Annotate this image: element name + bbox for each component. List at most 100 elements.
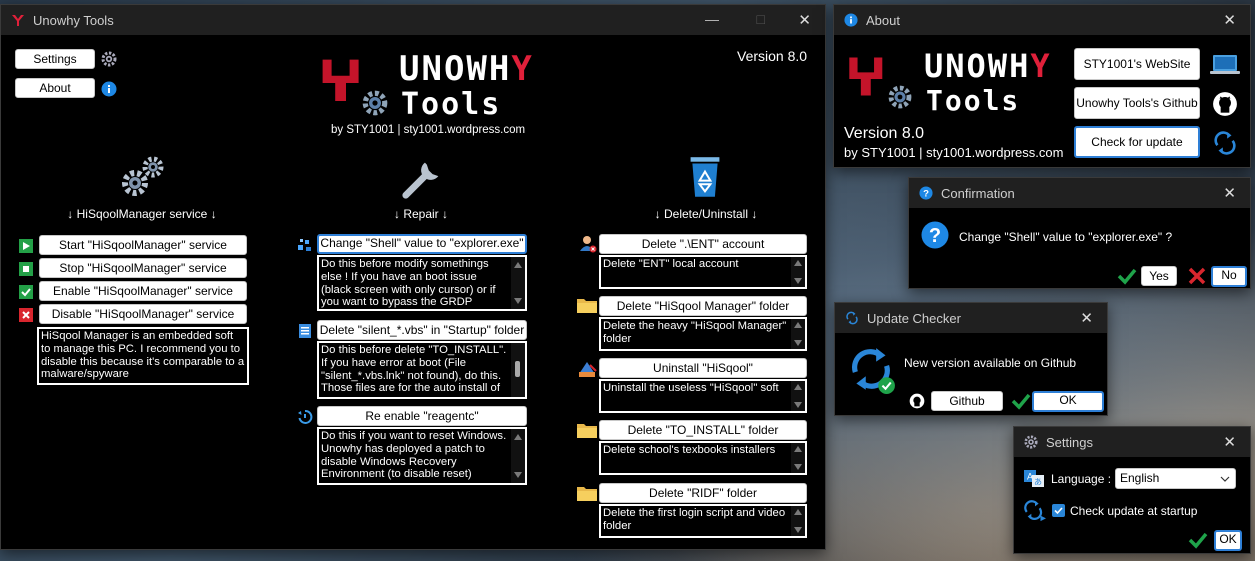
change-shell-button[interactable]: Change "Shell" value to "explorer.exe" bbox=[317, 234, 527, 254]
check-icon bbox=[1011, 393, 1031, 410]
hisqoolmanager-description: HiSqool Manager is an embedded soft to m… bbox=[37, 327, 249, 385]
silent-vbs-description-scrollbar[interactable] bbox=[511, 343, 525, 397]
ridf-description[interactable]: Delete the first login script and video … bbox=[599, 504, 807, 538]
app-logo-icon bbox=[12, 15, 24, 26]
maximize-icon[interactable]: □ bbox=[757, 11, 765, 27]
scroll-down-icon[interactable] bbox=[794, 527, 802, 533]
scroll-up-icon[interactable] bbox=[794, 322, 802, 328]
check-update-checkbox[interactable] bbox=[1052, 504, 1065, 517]
settings-button[interactable]: Settings bbox=[15, 49, 95, 69]
folder-icon bbox=[577, 424, 597, 438]
cross-icon bbox=[19, 308, 33, 322]
scroll-thumb[interactable] bbox=[515, 361, 520, 377]
scroll-down-icon[interactable] bbox=[794, 402, 802, 408]
main-window: Unowhy Tools — □ ✕ Settings About Versio… bbox=[0, 4, 826, 550]
ent-description-scrollbar[interactable] bbox=[791, 257, 805, 287]
update-ok-button[interactable]: OK bbox=[1032, 391, 1104, 412]
minimize-icon[interactable]: — bbox=[705, 11, 719, 27]
scroll-up-icon[interactable] bbox=[794, 509, 802, 515]
hisqool-description[interactable]: Uninstall the useless "HiSqool" soft bbox=[599, 379, 807, 413]
hisqool-description-scrollbar[interactable] bbox=[791, 381, 805, 411]
logo-text-unowhy: UNOWHY bbox=[924, 47, 1052, 85]
scroll-up-icon[interactable] bbox=[794, 384, 802, 390]
gear-icon bbox=[1024, 435, 1038, 449]
ridf-description-scrollbar[interactable] bbox=[791, 506, 805, 536]
about-window: About ✕ UNOWHY Tools Version 8.0 by STY1… bbox=[833, 4, 1251, 168]
hisqool-manager-folder-description[interactable]: Delete the heavy "HiSqool Manager" folde… bbox=[599, 317, 807, 351]
check-update-button[interactable]: Check for update bbox=[1074, 126, 1200, 158]
byline: by STY1001 | sty1001.wordpress.com bbox=[331, 124, 526, 136]
scroll-down-icon[interactable] bbox=[794, 340, 802, 346]
logo-text-unowhy: UNOWHY bbox=[399, 49, 534, 89]
delete-to-install-folder-button[interactable]: Delete "TO_INSTALL" folder bbox=[599, 420, 807, 440]
settings-dialog: Settings ✕ A あ Language : English Check … bbox=[1013, 426, 1251, 554]
settings-ok-button[interactable]: OK bbox=[1214, 530, 1242, 551]
ent-account-description-text: Delete "ENT" local account bbox=[603, 258, 739, 270]
scroll-up-icon[interactable] bbox=[514, 262, 522, 268]
delete-silent-vbs-button[interactable]: Delete "silent_*.vbs" in "Startup" folde… bbox=[317, 320, 527, 340]
no-button[interactable]: No bbox=[1211, 266, 1247, 287]
about-title: About bbox=[866, 12, 900, 28]
reagentc-description[interactable]: Do this if you want to reset Windows. Un… bbox=[317, 427, 527, 485]
folder-icon bbox=[577, 487, 597, 501]
info-icon[interactable] bbox=[101, 81, 117, 97]
language-select[interactable]: English bbox=[1115, 468, 1236, 489]
shell-description[interactable]: Do this before modify somethings else ! … bbox=[317, 255, 527, 311]
silent-vbs-description-text: Do this before delete "TO_INSTALL". If y… bbox=[321, 344, 507, 395]
scroll-up-icon[interactable] bbox=[794, 260, 802, 266]
website-button[interactable]: STY1001's WebSite bbox=[1074, 48, 1200, 80]
version-label: Version 8.0 bbox=[737, 48, 808, 64]
update-checker-titlebar[interactable]: Update Checker ✕ bbox=[835, 303, 1107, 333]
ent-account-description[interactable]: Delete "ENT" local account bbox=[599, 255, 807, 289]
delete-ent-account-button[interactable]: Delete ".\ENT" account bbox=[599, 234, 807, 254]
reagentc-description-scrollbar[interactable] bbox=[511, 429, 525, 483]
scroll-up-icon[interactable] bbox=[514, 434, 522, 440]
gear-icon[interactable] bbox=[101, 51, 117, 67]
delete-ridf-folder-button[interactable]: Delete "RIDF" folder bbox=[599, 483, 807, 503]
yes-button[interactable]: Yes bbox=[1141, 266, 1177, 286]
github-icon[interactable] bbox=[1212, 91, 1238, 117]
settings-titlebar[interactable]: Settings ✕ bbox=[1014, 427, 1250, 457]
refresh-icon[interactable] bbox=[1212, 130, 1238, 156]
close-icon[interactable]: ✕ bbox=[1080, 309, 1093, 327]
close-icon[interactable]: ✕ bbox=[1223, 11, 1236, 29]
to-install-description[interactable]: Delete school's texbooks installers bbox=[599, 441, 807, 475]
user-delete-icon bbox=[580, 236, 597, 253]
about-button[interactable]: About bbox=[15, 78, 95, 98]
stop-service-button[interactable]: Stop "HiSqoolManager" service bbox=[39, 258, 247, 278]
shell-icon bbox=[298, 239, 311, 251]
gear-logo-icon bbox=[888, 85, 912, 109]
laptop-icon[interactable] bbox=[1209, 53, 1241, 77]
silent-vbs-description[interactable]: Do this before delete "TO_INSTALL". If y… bbox=[317, 341, 527, 399]
close-icon[interactable]: ✕ bbox=[1223, 184, 1236, 202]
scroll-down-icon[interactable] bbox=[794, 278, 802, 284]
to-install-description-scrollbar[interactable] bbox=[791, 443, 805, 473]
scroll-up-icon[interactable] bbox=[794, 446, 802, 452]
uninstall-icon bbox=[579, 362, 597, 377]
hsm-description-scrollbar[interactable] bbox=[791, 319, 805, 349]
uninstall-hisqool-button[interactable]: Uninstall "HiSqool" bbox=[599, 358, 807, 378]
folder-icon bbox=[577, 299, 597, 313]
gears-icon bbox=[122, 156, 164, 196]
main-titlebar[interactable]: Unowhy Tools — □ ✕ bbox=[1, 5, 825, 35]
delete-hisqool-manager-folder-button[interactable]: Delete "HiSqool Manager" folder bbox=[599, 296, 807, 316]
scroll-down-icon[interactable] bbox=[514, 298, 522, 304]
enable-service-button[interactable]: Enable "HiSqoolManager" service bbox=[39, 281, 247, 301]
vbs-file-icon bbox=[299, 324, 311, 338]
about-titlebar[interactable]: About ✕ bbox=[834, 5, 1250, 35]
confirmation-titlebar[interactable]: ? Confirmation ✕ bbox=[909, 178, 1250, 208]
github-repo-button[interactable]: Unowhy Tools's Github bbox=[1074, 87, 1200, 119]
reagentc-description-text: Do this if you want to reset Windows. Un… bbox=[321, 430, 507, 481]
reenable-reagentc-button[interactable]: Re enable "reagentc" bbox=[317, 406, 527, 426]
shell-description-text: Do this before modify somethings else ! … bbox=[321, 258, 496, 309]
svg-text:あ: あ bbox=[1034, 478, 1042, 487]
close-icon[interactable]: ✕ bbox=[1223, 433, 1236, 451]
start-service-button[interactable]: Start "HiSqoolManager" service bbox=[39, 235, 247, 255]
check-update-label[interactable]: Check update at startup bbox=[1070, 504, 1197, 518]
disable-service-button[interactable]: Disable "HiSqoolManager" service bbox=[39, 304, 247, 324]
shell-description-scrollbar[interactable] bbox=[511, 257, 525, 309]
update-github-button[interactable]: Github bbox=[931, 391, 1003, 411]
scroll-down-icon[interactable] bbox=[514, 472, 522, 478]
scroll-down-icon[interactable] bbox=[794, 464, 802, 470]
close-icon[interactable]: ✕ bbox=[798, 11, 811, 29]
